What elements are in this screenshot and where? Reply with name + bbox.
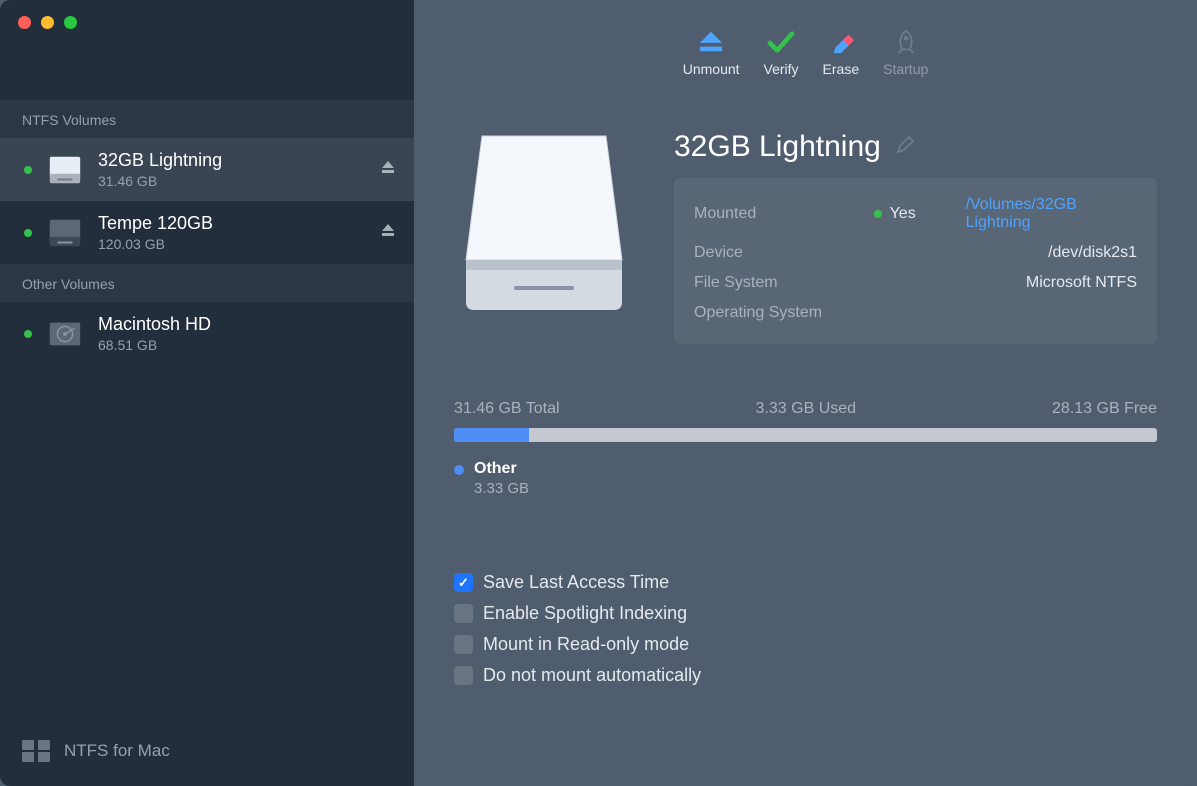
eject-icon (380, 159, 396, 175)
legend-dot-icon (454, 465, 464, 475)
info-label: File System (694, 274, 874, 292)
unmount-label: Unmount (683, 61, 740, 77)
eject-icon (380, 222, 396, 238)
pencil-icon (895, 135, 915, 155)
option-readonly-mode[interactable]: Mount in Read-only mode (454, 629, 1157, 660)
legend-label: Other (474, 460, 529, 478)
titlebar: Unmount Verify Erase Star (0, 0, 1197, 100)
usage-legend: Other 3.33 GB (454, 460, 1157, 497)
close-window-button[interactable] (18, 16, 31, 29)
info-row-os: Operating System (694, 298, 1137, 328)
checkbox-icon (454, 604, 473, 623)
legend-text: Other 3.33 GB (474, 460, 529, 497)
rocket-icon (891, 29, 921, 55)
status-dot-icon (24, 229, 32, 237)
other-volumes-header: Other Volumes (0, 264, 414, 302)
app-window: Unmount Verify Erase Star (0, 0, 1197, 786)
volume-name: 32GB Lightning (98, 150, 366, 171)
option-no-automount[interactable]: Do not mount automatically (454, 660, 1157, 691)
usage-labels: 31.46 GB Total 3.33 GB Used 28.13 GB Fre… (454, 400, 1157, 418)
status-dot-icon (874, 210, 882, 218)
option-save-last-access[interactable]: Save Last Access Time (454, 567, 1157, 598)
option-label: Mount in Read-only mode (483, 634, 689, 655)
volume-labels: 32GB Lightning 31.46 GB (98, 150, 366, 189)
volume-row-32gb-lightning[interactable]: 32GB Lightning 31.46 GB (0, 138, 414, 201)
erase-button[interactable]: Erase (823, 29, 860, 77)
mounted-status: Yes (890, 205, 966, 223)
eject-icon (696, 29, 726, 55)
disk-icon (46, 214, 84, 252)
ntfs-volumes-header: NTFS Volumes (0, 100, 414, 138)
volume-info: 32GB Lightning Mounted Yes /Volumes/32GB… (674, 130, 1157, 344)
volume-labels: Tempe 120GB 120.03 GB (98, 213, 366, 252)
volume-size: 68.51 GB (98, 337, 396, 353)
volume-labels: Macintosh HD 68.51 GB (98, 314, 396, 353)
eject-button[interactable] (380, 159, 396, 180)
volume-title-row: 32GB Lightning (674, 130, 1157, 164)
usage-total: 31.46 GB Total (454, 400, 560, 418)
status-dot-icon (24, 330, 32, 338)
verify-label: Verify (764, 61, 799, 77)
checkbox-icon (454, 635, 473, 654)
disk-icon (46, 151, 84, 189)
volume-title: 32GB Lightning (674, 130, 881, 164)
filesystem-value: Microsoft NTFS (1026, 274, 1137, 292)
volume-size: 31.46 GB (98, 173, 366, 189)
volume-row-tempe-120gb[interactable]: Tempe 120GB 120.03 GB (0, 201, 414, 264)
erase-label: Erase (823, 61, 860, 77)
eraser-icon (826, 29, 856, 55)
unmount-button[interactable]: Unmount (683, 29, 740, 77)
checkmark-icon (766, 29, 796, 55)
option-label: Enable Spotlight Indexing (483, 603, 687, 624)
checkbox-icon (454, 573, 473, 592)
checkbox-icon (454, 666, 473, 685)
volume-name: Tempe 120GB (98, 213, 366, 234)
info-label: Device (694, 244, 874, 262)
mount-options: Save Last Access Time Enable Spotlight I… (454, 567, 1157, 691)
volume-name: Macintosh HD (98, 314, 396, 335)
minimize-window-button[interactable] (41, 16, 54, 29)
volume-hero: 32GB Lightning Mounted Yes /Volumes/32GB… (454, 130, 1157, 344)
disk-image (454, 130, 634, 320)
drives-icon (22, 740, 50, 762)
volume-row-macintosh-hd[interactable]: Macintosh HD 68.51 GB (0, 302, 414, 365)
usage-used: 3.33 GB Used (756, 400, 857, 418)
verify-button[interactable]: Verify (764, 29, 799, 77)
toolbar: Unmount Verify Erase Star (414, 0, 1197, 100)
mount-path-link[interactable]: /Volumes/32GB Lightning (966, 196, 1137, 232)
status-dot-icon (24, 166, 32, 174)
hard-drive-icon (46, 315, 84, 353)
usage-bar-fill (454, 428, 529, 442)
legend-value: 3.33 GB (474, 480, 529, 497)
edit-name-button[interactable] (895, 135, 915, 160)
content-pane: 32GB Lightning Mounted Yes /Volumes/32GB… (414, 100, 1197, 786)
info-row-mounted: Mounted Yes /Volumes/32GB Lightning (694, 190, 1137, 238)
device-value: /dev/disk2s1 (1048, 244, 1137, 262)
sidebar-footer: NTFS for Mac (0, 716, 414, 786)
startup-label: Startup (883, 61, 928, 77)
info-row-device: Device /dev/disk2s1 (694, 238, 1137, 268)
zoom-window-button[interactable] (64, 16, 77, 29)
eject-button[interactable] (380, 222, 396, 243)
usage-bar (454, 428, 1157, 442)
window-controls (0, 0, 414, 100)
info-label: Operating System (694, 304, 874, 322)
main-area: NTFS Volumes 32GB Lightning 31.46 GB (0, 100, 1197, 786)
option-spotlight-indexing[interactable]: Enable Spotlight Indexing (454, 598, 1157, 629)
app-name: NTFS for Mac (64, 741, 170, 761)
volume-size: 120.03 GB (98, 236, 366, 252)
sidebar: NTFS Volumes 32GB Lightning 31.46 GB (0, 100, 414, 786)
info-row-filesystem: File System Microsoft NTFS (694, 268, 1137, 298)
startup-button: Startup (883, 29, 928, 77)
usage-free: 28.13 GB Free (1052, 400, 1157, 418)
info-card: Mounted Yes /Volumes/32GB Lightning Devi… (674, 178, 1157, 344)
option-label: Do not mount automatically (483, 665, 701, 686)
option-label: Save Last Access Time (483, 572, 669, 593)
info-label: Mounted (694, 205, 874, 223)
